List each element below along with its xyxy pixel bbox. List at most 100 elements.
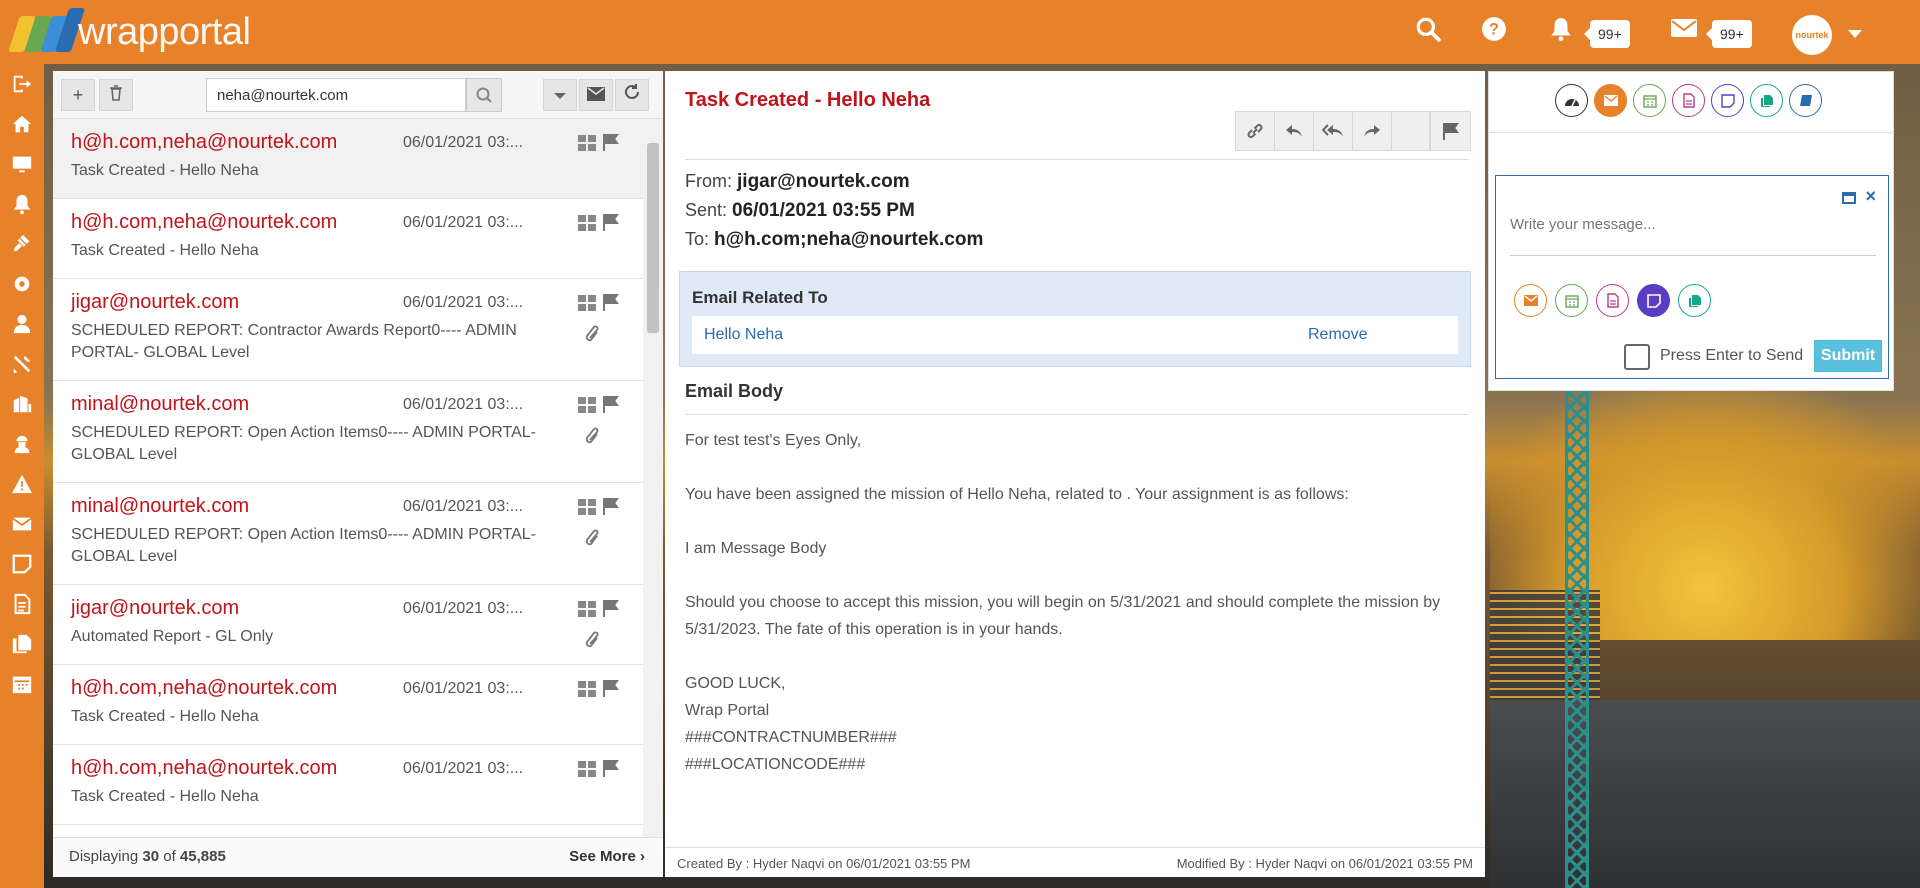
sidebar-item-notes[interactable] <box>0 544 44 584</box>
grid-icon[interactable] <box>578 295 596 311</box>
link-button[interactable] <box>1236 112 1275 150</box>
refresh-button[interactable] <box>615 79 649 111</box>
delete-button[interactable] <box>99 79 133 111</box>
reply-all-icon <box>1322 124 1343 137</box>
flag-icon[interactable] <box>602 759 620 777</box>
sticky-note-icon <box>12 554 32 574</box>
list-item[interactable]: minal@nourtek.com 06/01/2021 03:... SCHE… <box>53 381 643 483</box>
add-button[interactable]: + <box>61 79 95 111</box>
flag-icon[interactable] <box>602 213 620 231</box>
calendar-type-button[interactable] <box>1555 284 1588 317</box>
copy-activity-button[interactable] <box>1750 84 1783 117</box>
sidebar-item-copy[interactable] <box>0 624 44 664</box>
calendar-activity-button[interactable] <box>1633 84 1666 117</box>
copy-type-button[interactable] <box>1678 284 1711 317</box>
grid-icon[interactable] <box>578 681 596 697</box>
close-icon[interactable]: × <box>1865 186 1876 207</box>
sidebar-item-tools[interactable] <box>0 344 44 384</box>
list-item-date: 06/01/2021 03:... <box>403 214 524 231</box>
list-item[interactable]: h@h.com,neha@nourtek.com 06/01/2021 03:.… <box>53 665 643 745</box>
compose-mail-button[interactable] <box>579 79 613 111</box>
flag-icon[interactable] <box>602 395 620 413</box>
grid-icon[interactable] <box>578 397 596 413</box>
scrollbar-thumb[interactable] <box>647 143 659 333</box>
warning-icon <box>11 474 33 494</box>
chevron-down-icon <box>554 93 566 99</box>
sticky-note-icon <box>1720 93 1735 108</box>
avatar[interactable]: nourtek <box>1792 15 1832 55</box>
list-item[interactable]: jigar@nourtek.com 06/01/2021 03:... Auto… <box>53 585 643 665</box>
sidebar-item-buildings[interactable] <box>0 384 44 424</box>
press-enter-checkbox[interactable] <box>1624 344 1650 370</box>
sidebar-item-desktop[interactable] <box>0 144 44 184</box>
list-item-date: 06/01/2021 03:... <box>403 680 524 697</box>
list-scrollbar[interactable] <box>643 119 663 837</box>
list-item-sender: h@h.com,neha@nourtek.com <box>71 131 338 153</box>
filter-dropdown-button[interactable] <box>543 79 577 111</box>
envelope-icon[interactable] <box>1668 16 1700 48</box>
sidebar-item-gavel[interactable] <box>0 224 44 264</box>
book-activity-button[interactable] <box>1789 84 1822 117</box>
search-button[interactable] <box>466 78 502 112</box>
reply-all-button[interactable] <box>1314 112 1353 150</box>
message-input[interactable] <box>1510 216 1876 256</box>
submit-button[interactable]: Submit <box>1814 340 1882 372</box>
calendar-icon <box>1564 294 1579 308</box>
bell-icon[interactable] <box>1545 16 1577 48</box>
forward-button[interactable] <box>1353 112 1392 150</box>
to-value: h@h.com;neha@nourtek.com <box>714 229 984 250</box>
grid-icon[interactable] <box>578 215 596 231</box>
search-input[interactable] <box>206 78 466 112</box>
help-icon[interactable]: ? <box>1478 16 1510 48</box>
document-activity-button[interactable] <box>1672 84 1705 117</box>
sidebar-item-users[interactable] <box>0 304 44 344</box>
grid-button[interactable] <box>1392 112 1431 150</box>
chevron-down-icon[interactable] <box>1848 30 1862 38</box>
footer-prefix: Displaying <box>69 848 139 865</box>
list-item[interactable]: minal@nourtek.com 06/01/2021 03:... SCHE… <box>53 483 643 585</box>
sidebar-item-alerts[interactable] <box>0 184 44 224</box>
note-type-button[interactable] <box>1637 284 1670 317</box>
see-more-link[interactable]: See More › <box>569 848 645 865</box>
plus-icon: + <box>72 85 84 105</box>
flag-icon[interactable] <box>602 679 620 697</box>
flag-icon[interactable] <box>602 599 620 617</box>
document-type-button[interactable] <box>1596 284 1629 317</box>
sidebar-item-warnings[interactable] <box>0 464 44 504</box>
reply-button[interactable] <box>1275 112 1314 150</box>
body-heading: Email Body <box>685 381 784 401</box>
note-activity-button[interactable] <box>1711 84 1744 117</box>
search-icon[interactable] <box>1412 16 1444 48</box>
sidebar-item-logout[interactable] <box>0 64 44 104</box>
list-item[interactable]: h@h.com,neha@nourtek.com 06/01/2021 03:.… <box>53 199 643 279</box>
dashboard-button[interactable] <box>1555 84 1588 117</box>
flag-icon[interactable] <box>602 133 620 151</box>
sidebar-item-calendar[interactable] <box>0 664 44 704</box>
sidebar-item-worker[interactable] <box>0 424 44 464</box>
email-activity-button[interactable] <box>1594 84 1627 117</box>
list-item[interactable]: jigar@nourtek.com 06/01/2021 03:... SCHE… <box>53 279 643 381</box>
sidebar-item-mail[interactable] <box>0 504 44 544</box>
email-type-button[interactable] <box>1514 284 1547 317</box>
grid-icon[interactable] <box>578 135 596 151</box>
sidebar-item-home[interactable] <box>0 104 44 144</box>
list-item-date: 06/01/2021 03:... <box>403 498 524 515</box>
remove-link[interactable]: Remove <box>1308 326 1368 344</box>
list-item[interactable]: h@h.com,neha@nourtek.com 06/01/2021 03:.… <box>53 745 643 825</box>
flag-icon[interactable] <box>602 497 620 515</box>
list-item[interactable]: h@h.com,neha@nourtek.com 06/01/2021 03:.… <box>53 119 643 199</box>
grid-icon[interactable] <box>578 601 596 617</box>
sidebar-item-documents[interactable] <box>0 584 44 624</box>
list-item-subject: Task Created - Hello Neha <box>71 162 259 179</box>
logo[interactable]: wrapportal <box>8 6 251 58</box>
list-item-sender: minal@nourtek.com <box>71 393 250 415</box>
grid-icon[interactable] <box>578 761 596 777</box>
footer-of: of <box>163 848 176 865</box>
sidebar-item-settings[interactable] <box>0 264 44 304</box>
flag-icon[interactable] <box>602 293 620 311</box>
svg-text:?: ? <box>1489 20 1499 38</box>
maximize-icon[interactable] <box>1842 192 1856 204</box>
grid-icon[interactable] <box>578 499 596 515</box>
flag-button[interactable] <box>1431 112 1470 150</box>
related-link[interactable]: Hello Neha <box>704 326 783 344</box>
